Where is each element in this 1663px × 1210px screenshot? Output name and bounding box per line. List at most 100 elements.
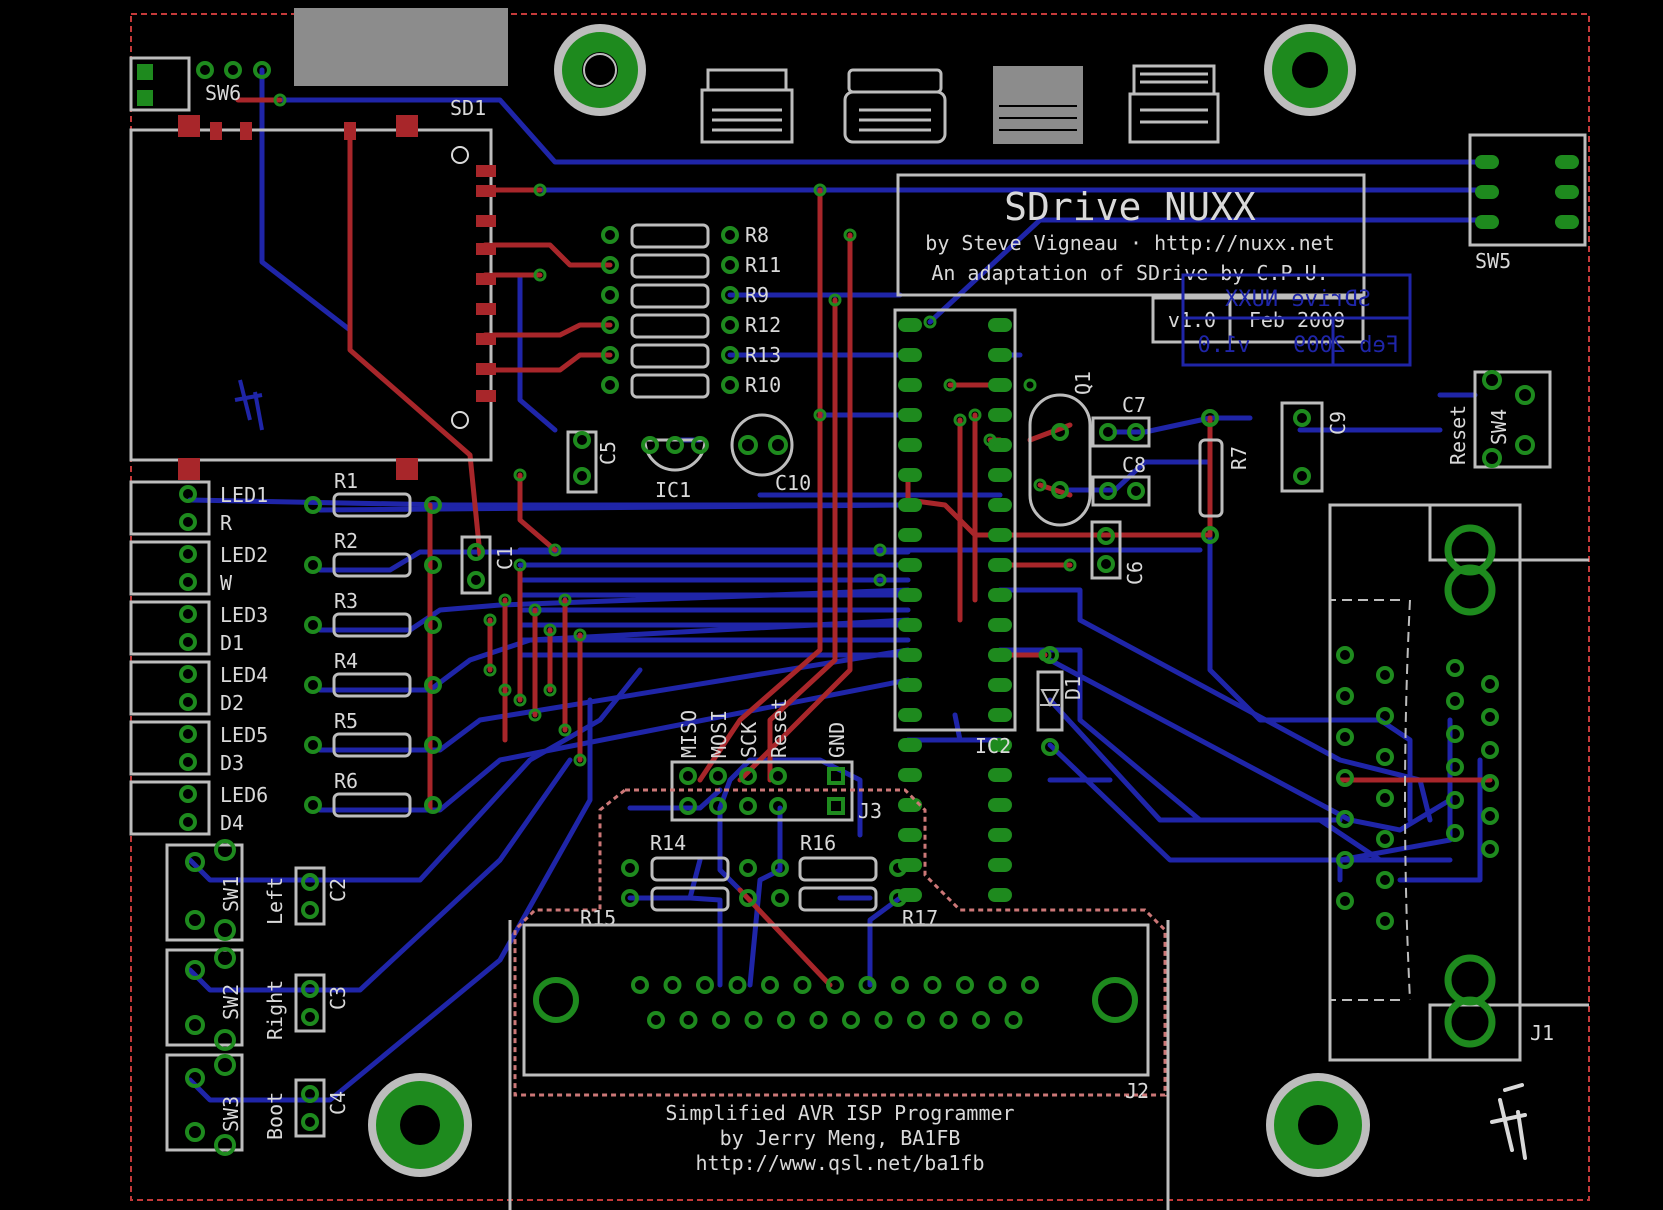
ic2-pin [898,528,922,542]
led-signal-label: D3 [220,751,244,775]
j1-pin [1336,687,1354,705]
j1-pin [1481,741,1499,759]
resistor-label: R6 [334,769,358,793]
label-r14: R14 [650,831,686,855]
led-signal-label: D1 [220,631,244,655]
led-rows: LED1RR1LED2WR2LED3D1R3LED4D2R4LED5D3R5LE… [129,469,442,836]
j2-pin [761,976,779,994]
label-r7: R7 [1227,446,1251,470]
switch-sw3: SW3 Boot [165,1053,287,1156]
resistor-r16: R16 [771,831,907,882]
ic2-pin [988,348,1012,362]
board-title: SDrive NUXX [1004,185,1256,229]
j2-pin [891,976,909,994]
ic2-pin [988,648,1012,662]
board-version: v1.0 [1168,308,1216,332]
label-isp-miso: MISO [677,710,701,758]
j2-pin [874,1011,893,1029]
ic2-pin [988,768,1012,782]
credit-line-2: by Jerry Meng, BA1FB [720,1126,961,1150]
ic2-pin [898,378,922,392]
svg-text:SDrive NUXX: SDrive NUXX [1224,287,1370,312]
ic2-pin [988,408,1012,422]
sd-card-slot-keepout [294,8,508,86]
mounting-hole-top-left [554,24,646,116]
ic2-pins-right [988,318,1012,902]
j2-pin [939,1011,958,1029]
resistor-r12: R12 [601,313,781,339]
label-ic1: IC1 [655,478,691,502]
label-r10: R10 [745,373,781,397]
ic2-pin [988,618,1012,632]
label-sw1: SW1 [219,876,243,912]
ic2-pin [898,468,922,482]
capacitor-c3: C3 [294,973,350,1033]
computer-logo-4 [1128,64,1220,144]
atari-computer-logos [700,64,1220,144]
label-c10: C10 [775,471,811,495]
ic2-pin [898,348,922,362]
j1-pin [1336,646,1354,664]
ic2-pin [898,438,922,452]
label-sd1: SD1 [450,96,486,120]
label-boot: Boot [263,1092,287,1140]
via [1023,378,1037,392]
j2-pins [631,976,1039,1029]
switch-sw1: SW1 Left [165,839,287,942]
ic2-pin [988,828,1012,842]
j1-pin [1481,708,1499,726]
j2-pin [744,1011,763,1029]
j1-pin [1481,675,1499,693]
capacitor-c9: C9 [1280,401,1350,493]
ic2-pin [988,888,1012,902]
led-label: LED5 [220,723,268,747]
j1-pin [1376,912,1394,930]
ic2-pin [898,588,922,602]
j1-pin [1376,871,1394,889]
led-signal-label: D2 [220,691,244,715]
ic2-pin [898,558,922,572]
sv-logo [1490,1083,1527,1160]
label-right: Right [263,980,287,1040]
regulator-ic1: IC1 [641,436,709,502]
ic2-pin [988,378,1012,392]
j2-pin [679,1011,698,1029]
ic2-pin [988,498,1012,512]
led-label: LED6 [220,783,268,807]
label-sw3: SW3 [219,1096,243,1132]
label-isp-sck: SCK [737,722,761,758]
j1-pins [1336,646,1499,930]
capacitor-c8: C8 [1091,453,1151,507]
label-j2: J2 [1125,1079,1149,1103]
mounting-hole-bottom-left [368,1073,472,1177]
led-signal-label: R [220,511,233,535]
db25-connector-j2: J2 [522,923,1150,1103]
label-r11: R11 [745,253,781,277]
label-sw6: SW6 [205,81,241,105]
led-row-5: LED5 D3 R5 [129,709,442,776]
mounting-hole-top-right [1264,24,1356,116]
led-column: LED1RR1LED2WR2LED3D1R3LED4D2R4LED5D3R5LE… [129,469,442,836]
j2-pin [972,1011,990,1029]
led-row-3: LED3 D1 R3 [129,589,442,656]
label-r16: R16 [800,831,836,855]
label-c9: C9 [1326,411,1350,435]
resistor-r13: R13 [601,343,781,369]
resistor-label: R1 [334,469,358,493]
switch-sw5: SW5 [1468,133,1587,273]
programmer-outline [513,788,1167,1097]
reset-switch-sw4: SW4 Reset [1446,370,1552,469]
j2-pin [728,976,747,994]
programmer-credit: Simplified AVR ISP Programmer by Jerry M… [665,1101,1014,1175]
board-adaptation: An adaptation of SDrive by C.P.U. [931,261,1328,285]
credit-line-3: http://www.qsl.net/ba1fb [696,1151,985,1175]
ic2-pin [898,618,922,632]
ic2-pin [988,528,1012,542]
j2-pin [988,976,1007,994]
computer-logo-3 [993,66,1083,144]
svg-text:v1.0: v1.0 [1198,333,1251,358]
label-c8: C8 [1122,453,1146,477]
pcb-board: SDrive NUXX by Steve Vigneau · http://nu… [129,8,1590,1210]
j1-pin [1481,807,1499,825]
led-label: LED4 [220,663,268,687]
